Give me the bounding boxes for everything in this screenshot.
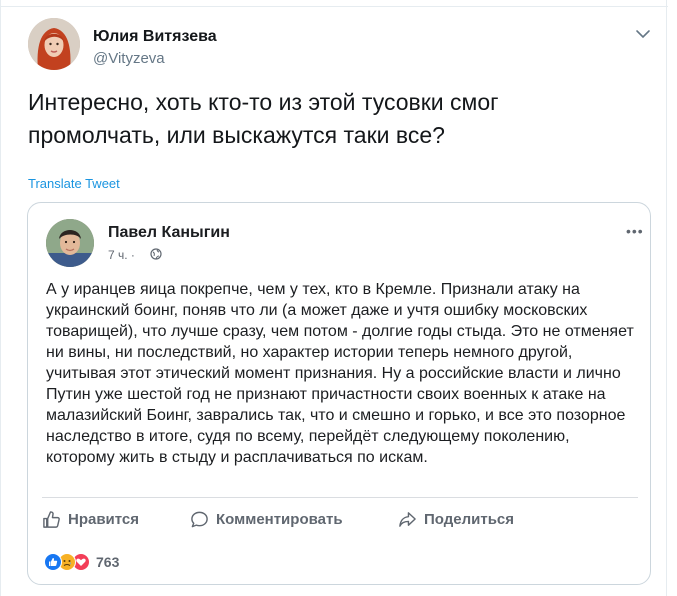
tweet-text: Интересно, хоть кто-то из этой тусовки с…: [28, 89, 499, 148]
like-label: Нравится: [68, 510, 140, 528]
chevron-down-icon[interactable]: [635, 28, 651, 40]
share-button[interactable]: Поделиться: [398, 509, 514, 529]
comment-button[interactable]: Комментировать: [190, 509, 343, 529]
more-options-icon[interactable]: •••: [626, 223, 644, 239]
post-timestamp[interactable]: 7 ч. ·: [108, 248, 135, 262]
translate-tweet-link[interactable]: Translate Tweet: [28, 176, 120, 191]
comment-icon: [191, 511, 208, 527]
like-button[interactable]: Нравится: [42, 509, 139, 529]
author-name[interactable]: Юлия Витязева: [93, 28, 217, 46]
share-label: Поделиться: [424, 510, 515, 528]
thumbs-up-icon: [43, 510, 60, 528]
author-handle[interactable]: @Vityzeva: [93, 50, 165, 67]
reaction-count: 763: [96, 554, 120, 570]
post-text: А у иранцев яица покрепче, чем у тех, кт…: [46, 281, 634, 466]
post-author-name[interactable]: Павел Каныгин: [108, 224, 230, 242]
post-author-avatar[interactable]: [46, 219, 94, 267]
comment-label: Комментировать: [216, 510, 343, 528]
like-reaction-icon: [44, 553, 62, 571]
globe-icon: [150, 248, 162, 260]
actions-divider: [42, 497, 638, 498]
share-arrow-icon: [399, 511, 416, 527]
author-avatar[interactable]: [28, 18, 80, 70]
top-divider: [1, 6, 668, 7]
tweet-container: Юлия Витязева @Vityzeva Интересно, хоть …: [0, 0, 668, 596]
embedded-facebook-post[interactable]: Павел Каныгин 7 ч. · ••• А у иранцев яиц…: [27, 202, 651, 585]
reactions-summary[interactable]: 763: [44, 553, 119, 571]
